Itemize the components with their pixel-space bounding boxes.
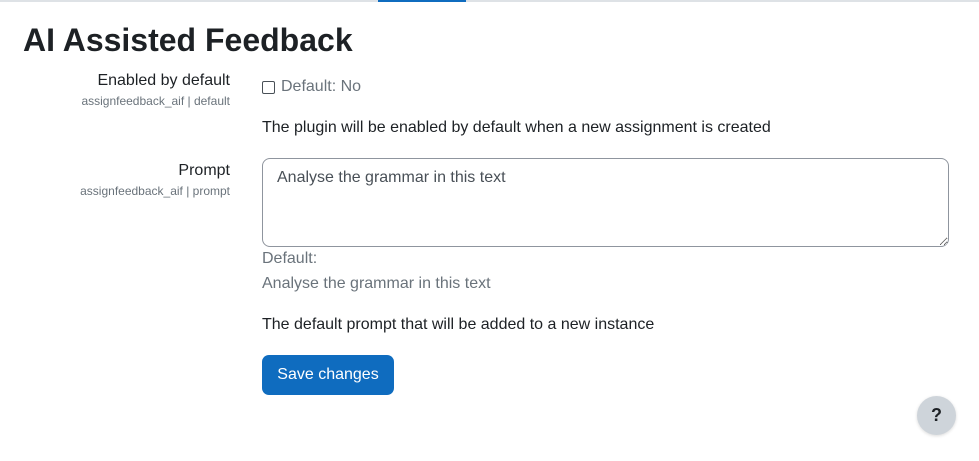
setting-label-prompt: Prompt assignfeedback_aif | prompt [10,161,230,199]
prompt-textarea[interactable] [262,158,949,247]
enabled-default-text: Default: No [281,78,362,95]
prompt-default-label: Default: [262,250,318,267]
prompt-description: The default prompt that will be added to… [262,316,655,333]
active-tab-indicator [378,0,466,2]
help-button[interactable]: ? [917,396,956,435]
page-title: AI Assisted Feedback [23,22,353,58]
setting-label-enabled: Enabled by default assignfeedback_aif | … [10,71,230,109]
save-changes-button[interactable]: Save changes [262,355,394,395]
prompt-default-value: Analyse the grammar in this text [262,275,491,292]
enabled-label: Enabled by default [97,72,230,89]
enabled-setting-key: assignfeedback_aif | default [81,94,230,108]
enabled-checkbox[interactable] [262,80,275,94]
prompt-default-block: Default: Analyse the grammar in this tex… [262,248,491,295]
prompt-label: Prompt [178,162,230,179]
top-nav-border [0,0,979,2]
prompt-setting-key: assignfeedback_aif | prompt [80,184,230,198]
question-mark-icon: ? [931,405,942,425]
enabled-description: The plugin will be enabled by default wh… [262,119,771,136]
enabled-checkbox-group[interactable]: Default: No [262,77,361,97]
